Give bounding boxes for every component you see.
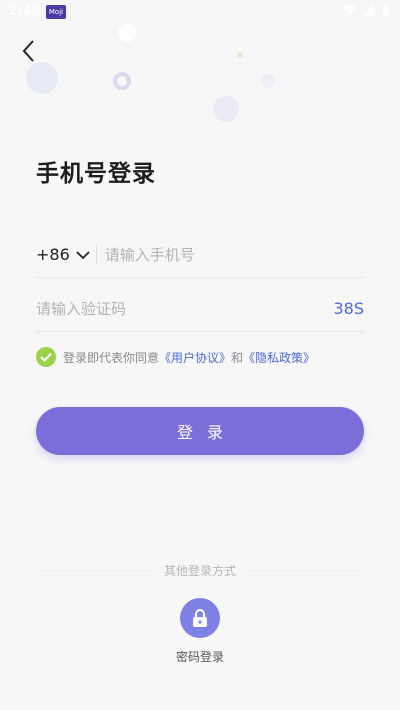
decor-bubble — [261, 74, 275, 88]
decor-dot — [237, 52, 243, 58]
decor-bubble — [213, 96, 239, 122]
check-icon — [40, 352, 52, 362]
chevron-left-icon — [22, 40, 34, 62]
signal-icon — [362, 4, 374, 16]
user-agreement-link[interactable]: 《用户协议》 — [159, 349, 231, 366]
code-row: 38S — [36, 286, 364, 332]
divider-line — [36, 569, 152, 571]
password-login-label: 密码登录 — [175, 650, 224, 664]
agreement-and: 和 — [231, 350, 244, 365]
decor-bubble — [118, 24, 136, 42]
lock-icon — [193, 609, 207, 627]
agreement-row: 登录即代表你同意 《用户协议》 和 《隐私政策》 — [36, 347, 315, 367]
other-methods-divider: 其他登录方式 — [36, 560, 365, 580]
system-icons — [344, 4, 392, 16]
page-title: 手机号登录 — [36, 161, 156, 187]
phone-row: +86 — [36, 232, 364, 278]
input-divider — [95, 244, 97, 265]
other-methods-title: 其他登录方式 — [164, 563, 237, 578]
password-login-button[interactable]: 密码登录 — [164, 598, 236, 665]
country-code-select[interactable]: +86 — [36, 245, 90, 264]
app-notification-icon: Moji — [46, 5, 66, 19]
country-code-value: +86 — [36, 245, 70, 264]
battery-icon — [380, 4, 392, 16]
decor-bubble — [26, 62, 58, 94]
verification-code-input[interactable] — [36, 299, 334, 318]
phone-input[interactable] — [104, 245, 364, 264]
decor-ring — [113, 72, 131, 90]
chevron-down-icon — [76, 250, 90, 259]
status-bar: 2:48 Moji — [0, 0, 400, 24]
divider-line — [248, 569, 365, 571]
privacy-policy-link[interactable]: 《隐私政策》 — [243, 349, 315, 366]
login-button[interactable]: 登录 — [36, 407, 364, 455]
agreement-checkbox[interactable] — [36, 347, 56, 367]
resend-countdown[interactable]: 38S — [333, 299, 364, 318]
password-login-icon-circle — [180, 598, 220, 638]
status-time: 2:48 — [8, 4, 41, 19]
wifi-icon — [344, 4, 356, 16]
agreement-prefix: 登录即代表你同意 — [63, 350, 160, 365]
back-button[interactable] — [18, 38, 42, 64]
